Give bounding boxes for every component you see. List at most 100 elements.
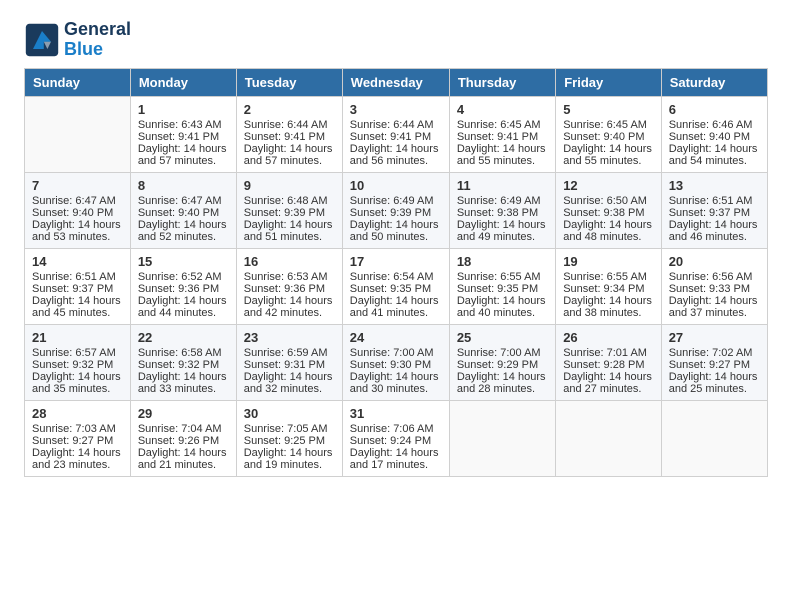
day-info-line: Sunset: 9:36 PM: [138, 283, 219, 295]
day-header-monday: Monday: [130, 68, 236, 96]
day-info-line: Sunset: 9:37 PM: [669, 207, 750, 219]
day-info-line: Sunrise: 6:48 AM: [244, 195, 328, 207]
day-number: 6: [669, 102, 760, 117]
calendar-day-26: 26Sunrise: 7:01 AMSunset: 9:28 PMDayligh…: [556, 324, 662, 400]
calendar-day-9: 9Sunrise: 6:48 AMSunset: 9:39 PMDaylight…: [236, 172, 342, 248]
calendar-day-31: 31Sunrise: 7:06 AMSunset: 9:24 PMDayligh…: [342, 400, 449, 476]
day-info-line: Sunrise: 6:51 AM: [669, 195, 753, 207]
day-number: 23: [244, 330, 335, 345]
day-number: 26: [563, 330, 654, 345]
day-info-line: and 28 minutes.: [457, 383, 535, 395]
calendar-day-11: 11Sunrise: 6:49 AMSunset: 9:38 PMDayligh…: [449, 172, 555, 248]
calendar-day-17: 17Sunrise: 6:54 AMSunset: 9:35 PMDayligh…: [342, 248, 449, 324]
day-info-line: Daylight: 14 hours: [457, 143, 546, 155]
day-info-line: Daylight: 14 hours: [350, 295, 439, 307]
day-info-line: Sunset: 9:31 PM: [244, 359, 325, 371]
day-info-line: Daylight: 14 hours: [563, 143, 652, 155]
day-info-line: Sunset: 9:36 PM: [244, 283, 325, 295]
day-header-friday: Friday: [556, 68, 662, 96]
day-info-line: and 23 minutes.: [32, 459, 110, 471]
day-info-line: and 46 minutes.: [669, 231, 747, 243]
day-info-line: Sunset: 9:24 PM: [350, 435, 431, 447]
day-info-line: Daylight: 14 hours: [350, 219, 439, 231]
logo-text: General Blue: [64, 20, 131, 60]
day-info-line: Daylight: 14 hours: [669, 295, 758, 307]
calendar-day-15: 15Sunrise: 6:52 AMSunset: 9:36 PMDayligh…: [130, 248, 236, 324]
day-info-line: and 38 minutes.: [563, 307, 641, 319]
calendar-day-21: 21Sunrise: 6:57 AMSunset: 9:32 PMDayligh…: [25, 324, 131, 400]
calendar-day-25: 25Sunrise: 7:00 AMSunset: 9:29 PMDayligh…: [449, 324, 555, 400]
day-info-line: Sunset: 9:41 PM: [138, 131, 219, 143]
day-info-line: Sunset: 9:35 PM: [350, 283, 431, 295]
day-info-line: and 42 minutes.: [244, 307, 322, 319]
day-number: 12: [563, 178, 654, 193]
calendar-day-2: 2Sunrise: 6:44 AMSunset: 9:41 PMDaylight…: [236, 96, 342, 172]
day-info-line: Sunrise: 6:43 AM: [138, 119, 222, 131]
day-info-line: Sunset: 9:26 PM: [138, 435, 219, 447]
day-number: 19: [563, 254, 654, 269]
day-info-line: Sunrise: 7:00 AM: [350, 347, 434, 359]
day-info-line: Daylight: 14 hours: [138, 219, 227, 231]
day-info-line: and 55 minutes.: [563, 155, 641, 167]
calendar-empty-cell: [25, 96, 131, 172]
day-info-line: and 49 minutes.: [457, 231, 535, 243]
day-info-line: Sunrise: 6:50 AM: [563, 195, 647, 207]
calendar-day-30: 30 Sunrise: 7:05 AMSunset: 9:25 PMDayligh…: [236, 400, 342, 476]
day-info-line: and 53 minutes.: [32, 231, 110, 243]
day-info-line: Sunrise: 6:58 AM: [138, 347, 222, 359]
calendar-table: SundayMondayTuesdayWednesdayThursdayFrid…: [24, 68, 768, 477]
day-info-line: Sunrise: 6:57 AM: [32, 347, 116, 359]
day-header-sunday: Sunday: [25, 68, 131, 96]
calendar-empty-cell: [449, 400, 555, 476]
day-info-line: Sunrise: 6:49 AM: [457, 195, 541, 207]
day-info-line: Daylight: 14 hours: [350, 447, 439, 459]
day-info-line: and 48 minutes.: [563, 231, 641, 243]
day-info-line: Daylight: 14 hours: [138, 143, 227, 155]
day-info-line: Sunset: 9:38 PM: [457, 207, 538, 219]
day-info-line: Sunset: 9:40 PM: [669, 131, 750, 143]
day-info-line: and 32 minutes.: [244, 383, 322, 395]
day-number: 28: [32, 406, 123, 421]
day-info-line: Sunrise: 6:55 AM: [563, 271, 647, 283]
day-number: 9: [244, 178, 335, 193]
calendar-day-16: 16Sunrise: 6:53 AMSunset: 9:36 PMDayligh…: [236, 248, 342, 324]
calendar-week-row: 1Sunrise: 6:43 AMSunset: 9:41 PMDaylight…: [25, 96, 768, 172]
day-info-line: Sunset: 9:40 PM: [138, 207, 219, 219]
day-info-line: Daylight: 14 hours: [244, 447, 333, 459]
day-number: 25: [457, 330, 548, 345]
calendar-day-13: 13Sunrise: 6:51 AMSunset: 9:37 PMDayligh…: [661, 172, 767, 248]
day-info-line: Sunrise: 6:52 AM: [138, 271, 222, 283]
day-info-line: Daylight: 14 hours: [244, 295, 333, 307]
day-info-line: and 27 minutes.: [563, 383, 641, 395]
day-info-line: Sunset: 9:39 PM: [244, 207, 325, 219]
calendar-day-18: 18Sunrise: 6:55 AMSunset: 9:35 PMDayligh…: [449, 248, 555, 324]
day-info-line: Sunrise: 7:00 AM: [457, 347, 541, 359]
day-info-line: Daylight: 14 hours: [244, 143, 333, 155]
day-number: 7: [32, 178, 123, 193]
day-number: 22: [138, 330, 229, 345]
day-number: 27: [669, 330, 760, 345]
day-info-line: Daylight: 14 hours: [457, 295, 546, 307]
calendar-day-22: 22Sunrise: 6:58 AMSunset: 9:32 PMDayligh…: [130, 324, 236, 400]
day-info-line: Daylight: 14 hours: [563, 219, 652, 231]
day-info-line: and 25 minutes.: [669, 383, 747, 395]
day-info-line: and 41 minutes.: [350, 307, 428, 319]
day-info-line: and 17 minutes.: [350, 459, 428, 471]
calendar-empty-cell: [661, 400, 767, 476]
day-info-line: and 51 minutes.: [244, 231, 322, 243]
calendar-day-7: 7Sunrise: 6:47 AMSunset: 9:40 PMDaylight…: [25, 172, 131, 248]
day-number: 24: [350, 330, 442, 345]
day-number: 30: [244, 406, 335, 421]
day-number: 2: [244, 102, 335, 117]
calendar-day-28: 28Sunrise: 7:03 AMSunset: 9:27 PMDayligh…: [25, 400, 131, 476]
day-info-line: Sunrise: 6:56 AM: [669, 271, 753, 283]
day-info-line: Sunset: 9:25 PM: [244, 435, 325, 447]
day-info-line: Daylight: 14 hours: [563, 371, 652, 383]
day-number: 10: [350, 178, 442, 193]
day-info-line: Daylight: 14 hours: [563, 295, 652, 307]
day-info-line: Sunset: 9:40 PM: [32, 207, 113, 219]
day-info-line: Sunrise: 7:05 AM: [244, 423, 328, 435]
calendar-day-23: 23Sunrise: 6:59 AMSunset: 9:31 PMDayligh…: [236, 324, 342, 400]
day-info-line: Sunset: 9:33 PM: [669, 283, 750, 295]
day-info-line: Sunrise: 6:53 AM: [244, 271, 328, 283]
